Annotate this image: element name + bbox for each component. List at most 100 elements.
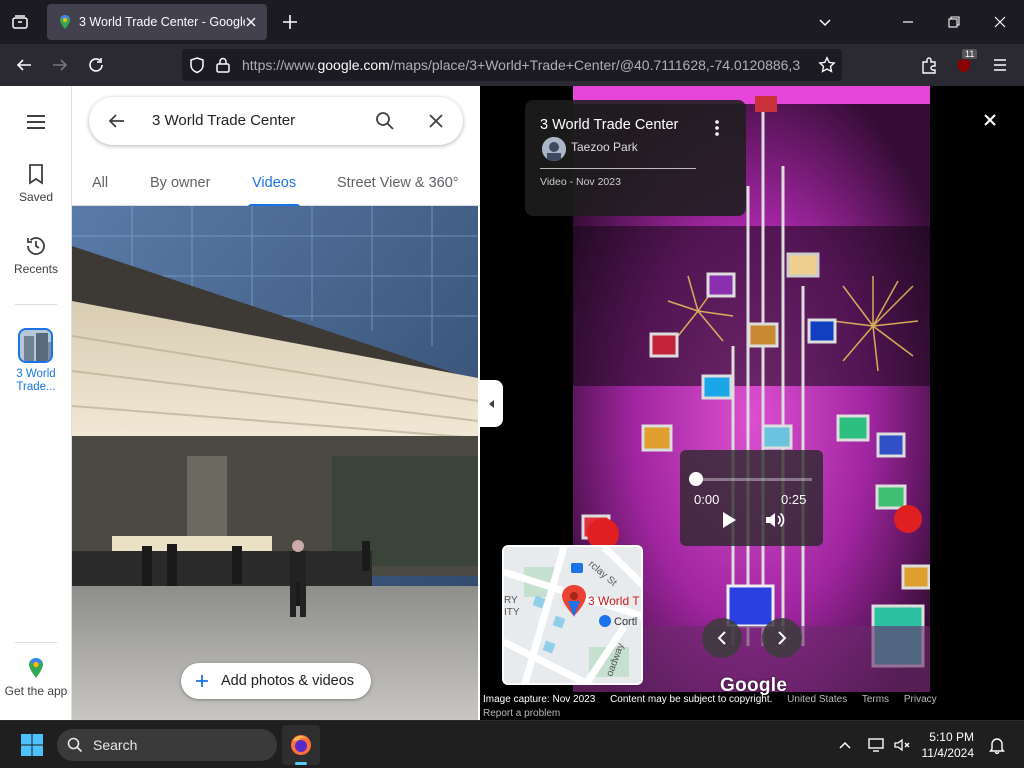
clock-date: 11/4/2024	[921, 746, 975, 760]
url-bar[interactable]: https://www.google.com/maps/place/3+Worl…	[182, 49, 842, 81]
search-box[interactable]: 3 World Trade Center	[89, 97, 463, 145]
clear-search-close-icon[interactable]	[424, 109, 448, 133]
extension-badge: 11	[962, 49, 978, 59]
google-maps-pin-icon	[24, 656, 48, 680]
bookmark-star-icon[interactable]	[818, 56, 836, 74]
rail-recents-button[interactable]: Recents	[0, 234, 72, 276]
rail-saved-label: Saved	[18, 190, 54, 204]
minimize-window-icon[interactable]	[898, 12, 918, 32]
tab-street-view-360[interactable]: Street View & 360°	[337, 175, 459, 191]
copyright-notice: Content may be subject to copyright.	[610, 694, 773, 705]
speaker-muted-icon[interactable]	[892, 735, 912, 755]
more-options-icon[interactable]	[709, 118, 725, 138]
seek-bar[interactable]	[692, 478, 812, 481]
location-minimap[interactable]: rclay St oadway RY ITY Cortl 3 World T	[502, 545, 643, 685]
notifications-bell-icon[interactable]	[987, 735, 1007, 755]
tracking-protection-shield-icon[interactable]	[188, 56, 206, 74]
add-photos-videos-label: Add photos & videos	[221, 673, 355, 689]
collapse-panel-button[interactable]	[480, 380, 503, 427]
search-icon[interactable]	[373, 109, 397, 133]
maps-side-rail: Saved Recents 3 World Trade... Get the a…	[0, 86, 72, 720]
media-viewer: 3 World Trade Center Taezoo Park Video -…	[480, 86, 1024, 720]
author-name-link[interactable]: Taezoo Park	[571, 140, 638, 154]
close-tab-icon[interactable]	[243, 14, 259, 30]
next-media-button[interactable]	[762, 618, 802, 658]
google-maps-page: Saved Recents 3 World Trade... Get the a…	[0, 86, 1024, 720]
minimap-place-label: 3 World T	[588, 594, 640, 608]
tab-overflow-chevron-icon[interactable]	[815, 12, 835, 32]
media-meta: Video - Nov 2023	[540, 176, 621, 188]
firefox-icon	[291, 735, 311, 755]
browser-tab-active[interactable]: 3 World Trade Center - Google	[47, 4, 267, 40]
taskbar-search-label: Search	[93, 737, 138, 753]
windows-taskbar: Search 5:10 PM 11/4/2024	[0, 720, 1024, 768]
privacy-link[interactable]: Privacy	[904, 694, 937, 705]
tab-all[interactable]: All	[92, 175, 108, 191]
minimap-area-label: RY	[504, 595, 518, 606]
rail-recents-label: Recents	[13, 262, 59, 276]
author-avatar[interactable]	[542, 137, 566, 161]
show-hidden-icons-chevron-icon[interactable]	[835, 735, 855, 755]
minimap-subway-label: Cortl	[614, 616, 637, 628]
back-arrow-icon[interactable]	[13, 54, 35, 76]
report-problem-link[interactable]: Report a problem	[483, 708, 560, 719]
rail-divider-bottom	[15, 642, 57, 643]
back-arrow-icon[interactable]	[105, 109, 129, 133]
info-divider	[540, 168, 696, 169]
list-all-tabs-icon[interactable]	[8, 10, 32, 34]
browser-nav-bar: https://www.google.com/maps/place/3+Worl…	[0, 44, 1024, 86]
new-tab-icon[interactable]	[280, 12, 300, 32]
country-link[interactable]: United States	[787, 694, 847, 705]
reload-icon[interactable]	[85, 54, 107, 76]
ublock-extension-icon[interactable]: 11	[953, 49, 978, 76]
place-media-panel: 3 World Trade Center All By owner Videos…	[72, 86, 480, 720]
google-maps-favicon-icon	[60, 15, 70, 29]
search-icon	[67, 737, 83, 753]
viewer-footer: Image capture: Nov 2023 Content may be s…	[483, 694, 949, 705]
tab-title: 3 World Trade Center - Google	[79, 15, 245, 29]
plus-icon	[196, 675, 208, 687]
history-icon	[24, 234, 48, 258]
video-controls: 0:00 0:25	[680, 450, 823, 546]
minimap-area-label: ITY	[504, 607, 520, 618]
place-thumbnail	[18, 328, 53, 363]
media-info-card: 3 World Trade Center Taezoo Park Video -…	[525, 100, 746, 216]
chevron-left-icon	[717, 631, 726, 645]
app-menu-hamburger-icon[interactable]	[989, 54, 1011, 76]
forward-arrow-icon[interactable]	[49, 54, 71, 76]
current-time: 0:00	[694, 492, 720, 507]
network-monitor-icon[interactable]	[866, 735, 886, 755]
chevron-right-icon	[778, 631, 787, 645]
volume-icon[interactable]	[764, 510, 786, 530]
terms-link[interactable]: Terms	[862, 694, 889, 705]
duration: 0:25	[781, 492, 807, 507]
lock-icon[interactable]	[215, 56, 231, 74]
tab-videos[interactable]: Videos	[247, 175, 301, 207]
close-viewer-icon[interactable]	[980, 110, 1000, 130]
taskbar-firefox-app[interactable]	[282, 725, 320, 765]
get-the-app-button[interactable]: Get the app	[0, 656, 72, 698]
media-title: 3 World Trade Center	[540, 117, 679, 133]
close-window-icon[interactable]	[990, 12, 1010, 32]
rail-saved-button[interactable]: Saved	[0, 162, 72, 204]
system-clock[interactable]: 5:10 PM 11/4/2024	[914, 729, 975, 761]
clock-time: 5:10 PM	[929, 730, 974, 744]
image-capture-date: Image capture: Nov 2023	[483, 694, 596, 705]
main-menu-hamburger-icon[interactable]	[24, 110, 48, 134]
previous-media-button[interactable]	[702, 618, 742, 658]
bookmark-icon	[24, 162, 48, 186]
windows-start-icon[interactable]	[20, 733, 44, 757]
url-text[interactable]: https://www.google.com/maps/place/3+Worl…	[242, 57, 802, 73]
taskbar-search-box[interactable]: Search	[57, 729, 277, 761]
restore-window-icon[interactable]	[944, 12, 964, 32]
media-photo-lobby[interactable]	[72, 206, 478, 720]
extensions-puzzle-icon[interactable]	[918, 54, 940, 76]
get-the-app-label: Get the app	[4, 684, 68, 698]
caret-left-icon	[488, 399, 494, 408]
seek-handle[interactable]	[689, 472, 703, 486]
play-icon[interactable]	[720, 510, 738, 530]
tab-by-owner[interactable]: By owner	[150, 175, 210, 191]
add-photos-videos-button[interactable]: Add photos & videos	[181, 663, 371, 699]
search-input[interactable]: 3 World Trade Center	[152, 112, 295, 129]
rail-divider	[15, 304, 57, 305]
